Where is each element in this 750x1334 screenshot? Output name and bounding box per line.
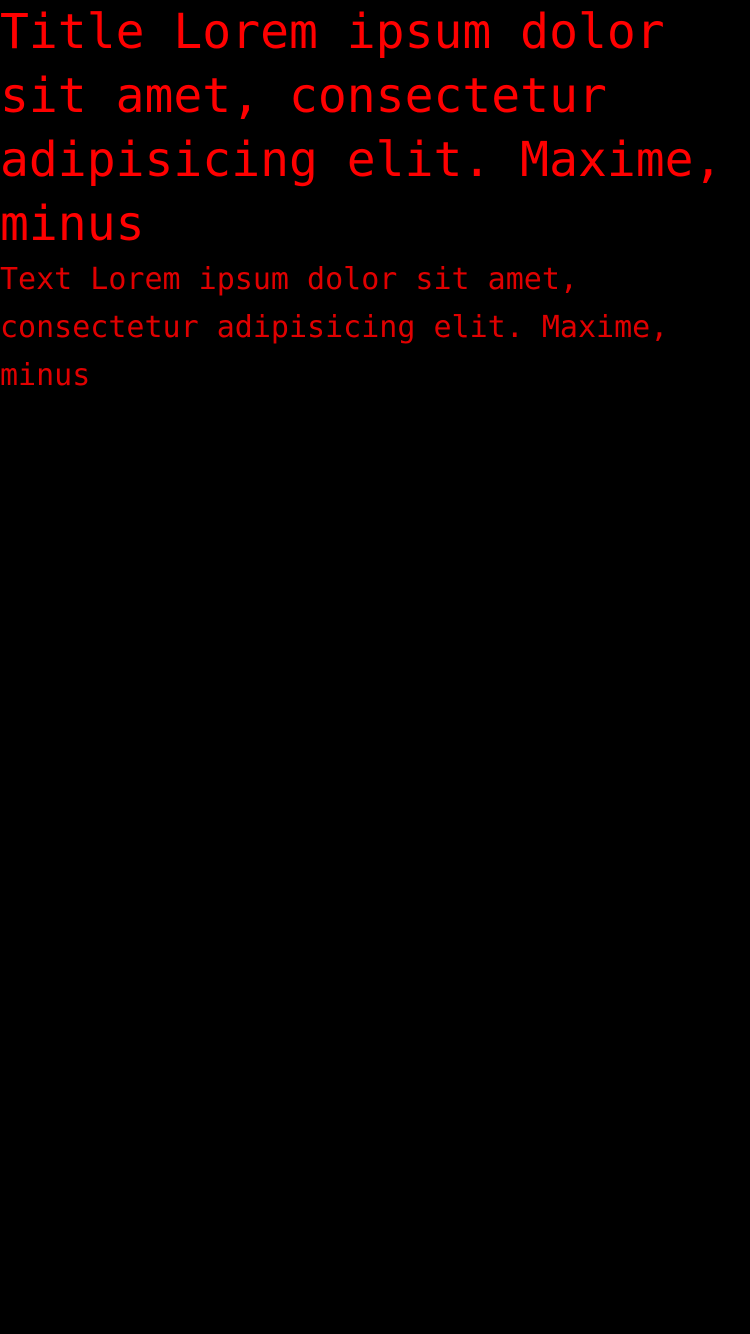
body-text: Text Lorem ipsum dolor sit amet, consect…: [0, 262, 669, 393]
screen: Title Lorem ipsum dolor sit amet, consec…: [0, 0, 750, 1334]
page-title: Title Lorem ipsum dolor sit amet, consec…: [0, 4, 723, 252]
